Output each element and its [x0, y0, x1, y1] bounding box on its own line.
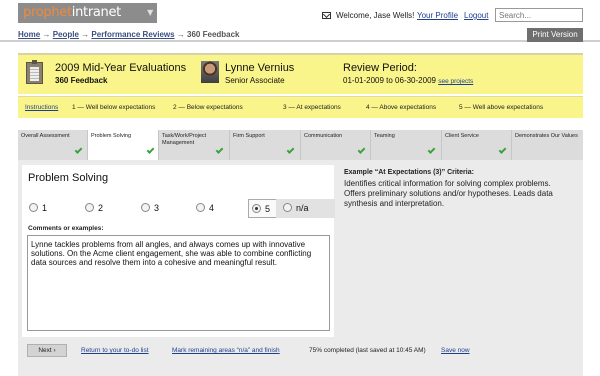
- radio-button[interactable]: [196, 203, 205, 212]
- section-tabs: Overall Assessment Problem Solving Task/…: [18, 130, 583, 161]
- criteria-title: Example “At Expectations (3)” Criteria:: [344, 169, 474, 176]
- clipboard-icon: [26, 60, 43, 84]
- logout-link[interactable]: Logout: [464, 11, 488, 20]
- save-now-link[interactable]: Save now: [441, 347, 470, 354]
- next-button[interactable]: Next ›: [27, 344, 67, 357]
- rating-panel: Problem Solving 1 2 3 4 5 n/a Comments o…: [22, 165, 335, 337]
- tab-teaming[interactable]: Teaming: [371, 130, 442, 160]
- rating-label: 1: [42, 203, 48, 213]
- see-projects-link[interactable]: see projects: [438, 78, 473, 85]
- radio-button[interactable]: [283, 203, 292, 212]
- return-to-do-link[interactable]: Return to your to-do list: [81, 347, 149, 354]
- logo-dropdown-icon[interactable]: ▼: [147, 3, 153, 23]
- rating-label: 4: [209, 203, 215, 213]
- review-period-dates: 01-01-2009 to 06-30-2009 see projects: [343, 76, 473, 85]
- section-title: Problem Solving: [28, 172, 109, 184]
- checkmark-icon: [146, 146, 155, 154]
- breadcrumb-separator: →: [81, 30, 90, 39]
- period-dates-text: 01-01-2009 to 06-30-2009: [343, 76, 436, 85]
- tab-label: Teaming: [374, 133, 395, 139]
- tab-label: Firm Support: [233, 133, 265, 139]
- search-input[interactable]: [495, 8, 583, 22]
- your-profile-link[interactable]: Your Profile: [417, 11, 458, 20]
- breadcrumb-home[interactable]: Home: [18, 30, 40, 39]
- tab-firm-support[interactable]: Firm Support: [230, 130, 301, 160]
- scale-item-2: 2 — Below expectations: [173, 104, 243, 111]
- rating-label: 3: [154, 203, 160, 213]
- scale-item-4: 4 — Above expectations: [366, 104, 437, 111]
- rating-option-2[interactable]: 2: [85, 199, 125, 218]
- reviewee-role: Senior Associate: [225, 76, 285, 85]
- radio-button[interactable]: [29, 203, 38, 212]
- checkmark-icon: [215, 146, 224, 154]
- tab-label: Task/Work/Project Management: [162, 133, 207, 146]
- breadcrumb-separator: →: [176, 30, 185, 39]
- comments-label: Comments or examples:: [28, 225, 104, 232]
- tab-label: Demonstrates Our Values: [515, 133, 578, 139]
- comments-textarea[interactable]: Lynne tackles problems from all angles, …: [27, 235, 330, 331]
- top-bar: prophetintranet ▼ Welcome, Jase Wells! Y…: [0, 0, 600, 27]
- tab-label: Problem Solving: [91, 133, 132, 139]
- tab-communication[interactable]: Communication: [301, 130, 371, 160]
- tab-client-service[interactable]: Client Service: [442, 130, 512, 160]
- rating-option-5[interactable]: 5: [248, 199, 276, 218]
- tab-demonstrates-our-values[interactable]: Demonstrates Our Values: [512, 130, 583, 160]
- tab-overall-assessment[interactable]: Overall Assessment: [18, 130, 88, 160]
- tab-task-work-project-management[interactable]: Task/Work/Project Management: [159, 130, 230, 160]
- checkmark-icon: [286, 146, 295, 154]
- breadcrumb-separator: →: [42, 30, 51, 39]
- tab-label: Communication: [304, 133, 343, 139]
- scale-item-1: 1 — Well below expectations: [72, 104, 156, 111]
- breadcrumb-bar: Home → People → Performance Reviews → 36…: [0, 27, 600, 42]
- breadcrumb-current: 360 Feedback: [187, 30, 240, 39]
- radio-button-selected[interactable]: [252, 204, 261, 213]
- rating-label: n/a: [296, 203, 309, 213]
- checkmark-icon: [427, 146, 436, 154]
- radio-button[interactable]: [141, 203, 150, 212]
- tab-label: Client Service: [445, 133, 479, 139]
- content-area: Problem Solving 1 2 3 4 5 n/a Comments o…: [18, 160, 583, 376]
- checkmark-icon: [498, 146, 507, 154]
- checkmark-icon: [357, 146, 366, 154]
- criteria-text: Identifies critical information for solv…: [344, 179, 553, 208]
- evaluation-title: 2009 Mid-Year Evaluations: [55, 62, 187, 74]
- logo-part-prophet: prophet: [23, 5, 72, 20]
- rating-option-4[interactable]: 4: [196, 199, 236, 218]
- print-version-button[interactable]: Print Version: [527, 28, 583, 42]
- avatar: [201, 61, 219, 83]
- mail-icon[interactable]: [322, 12, 331, 19]
- rating-scale-bar: Instructions 1 — Well below expectations…: [18, 96, 583, 118]
- rating-option-na[interactable]: n/a: [276, 199, 335, 218]
- rating-label: 5: [265, 204, 271, 214]
- scale-item-5: 5 — Well above expectations: [459, 104, 544, 111]
- breadcrumb: Home → People → Performance Reviews → 36…: [18, 30, 240, 39]
- completion-status: 75% completed (last saved at 10:45 AM): [309, 347, 426, 354]
- app-logo[interactable]: prophetintranet ▼: [18, 3, 157, 23]
- radio-button[interactable]: [85, 203, 94, 212]
- rating-option-3[interactable]: 3: [141, 199, 181, 218]
- breadcrumb-people[interactable]: People: [53, 30, 79, 39]
- welcome-text: Welcome, Jase Wells!: [336, 11, 415, 20]
- tab-label: Overall Assessment: [21, 133, 70, 139]
- reviewee-name: Lynne Vernius: [225, 62, 295, 74]
- logo-part-intranet: intranet: [71, 5, 122, 20]
- scale-item-3: 3 — At expectations: [283, 104, 341, 111]
- evaluation-subtitle: 360 Feedback: [55, 76, 108, 85]
- review-header: 2009 Mid-Year Evaluations 360 Feedback L…: [18, 53, 583, 94]
- mark-na-finish-link[interactable]: Mark remaining areas “n/a” and finish: [172, 347, 280, 354]
- review-period-title: Review Period:: [343, 62, 417, 74]
- rating-label: 2: [98, 203, 104, 213]
- breadcrumb-performance-reviews[interactable]: Performance Reviews: [91, 30, 174, 39]
- checkmark-icon: [74, 146, 83, 154]
- rating-options: 1 2 3 4 5 n/a: [26, 199, 335, 218]
- rating-option-1[interactable]: 1: [29, 199, 69, 218]
- footer-actions: Next › Return to your to-do list Mark re…: [22, 344, 582, 358]
- instructions-link[interactable]: Instructions: [25, 104, 58, 111]
- tab-problem-solving[interactable]: Problem Solving: [88, 130, 159, 161]
